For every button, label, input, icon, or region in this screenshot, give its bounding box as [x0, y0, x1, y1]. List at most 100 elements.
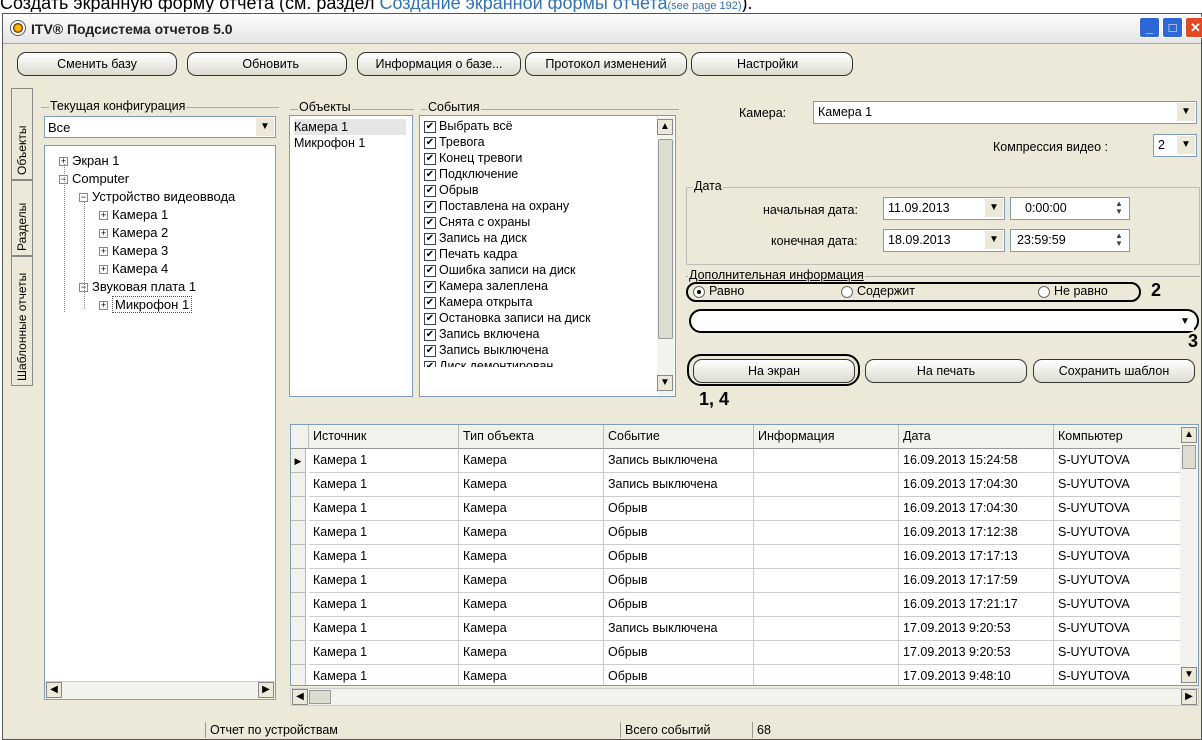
table-cell[interactable]: Камера	[459, 617, 604, 641]
table-cell[interactable]	[754, 521, 899, 545]
table-cell[interactable]: Камера 1	[309, 665, 459, 685]
table-cell[interactable]: 16.09.2013 17:04:30	[899, 497, 1054, 521]
list-item[interactable]: ✔ Тревога	[424, 134, 485, 150]
table-cell[interactable]: Запись выключена	[604, 617, 754, 641]
tree-node[interactable]: − Computer	[59, 170, 129, 188]
column-header[interactable]: Тип объекта	[459, 425, 604, 449]
events-scrollbar[interactable]: ▲ ▼	[657, 117, 674, 395]
table-cell[interactable]: Запись выключена	[604, 449, 754, 473]
row-header[interactable]: ▶	[291, 449, 306, 473]
list-item[interactable]: Камера 1	[294, 119, 406, 135]
table-cell[interactable]: S-UYUTOVA	[1054, 593, 1182, 617]
table-cell[interactable]: Камера 1	[309, 617, 459, 641]
table-cell[interactable]: S-UYUTOVA	[1054, 545, 1182, 569]
list-item[interactable]: ✔ Ошибка записи на диск	[424, 262, 576, 278]
table-cell[interactable]: Обрыв	[604, 593, 754, 617]
table-cell[interactable]: Камера 1	[309, 497, 459, 521]
scroll-up-icon[interactable]: ▲	[1181, 427, 1197, 443]
tab-templates[interactable]: Шаблонные отчеты	[11, 256, 33, 386]
list-item[interactable]: ✔ Конец тревоги	[424, 150, 522, 166]
column-header[interactable]: Источник	[309, 425, 459, 449]
extra-info-input[interactable]: ▼	[689, 309, 1199, 333]
scroll-right-icon[interactable]: ▶	[1181, 689, 1197, 705]
table-cell[interactable]: S-UYUTOVA	[1054, 473, 1182, 497]
list-item[interactable]: ✔ Запись выключена	[424, 342, 548, 358]
table-cell[interactable]: Обрыв	[604, 545, 754, 569]
chevron-down-icon[interactable]: ▼	[256, 118, 274, 136]
table-cell[interactable]: 16.09.2013 17:04:30	[899, 473, 1054, 497]
scroll-down-icon[interactable]: ▼	[657, 375, 673, 391]
change-db-button[interactable]: Сменить базу	[17, 52, 177, 76]
table-cell[interactable]: S-UYUTOVA	[1054, 665, 1182, 685]
table-cell[interactable]: Камера	[459, 497, 604, 521]
spin-icon[interactable]: ▲ ▼	[1111, 200, 1127, 217]
chevron-down-icon[interactable]: ▼	[985, 199, 1003, 217]
table-cell[interactable]	[754, 473, 899, 497]
table-cell[interactable]	[754, 593, 899, 617]
list-item[interactable]: ✔ Выбрать всё	[424, 118, 513, 134]
table-cell[interactable]: Камера	[459, 569, 604, 593]
table-cell[interactable]: S-UYUTOVA	[1054, 449, 1182, 473]
compression-select[interactable]: 2 ▼	[1153, 134, 1197, 157]
db-info-button[interactable]: Информация о базе...	[357, 52, 521, 76]
tab-objects[interactable]: Объекты	[11, 88, 33, 180]
scroll-up-icon[interactable]: ▲	[657, 119, 673, 135]
list-item[interactable]: ✔ Диск демонтирован	[424, 358, 553, 367]
list-item[interactable]: ✔ Остановка записи на диск	[424, 310, 591, 326]
list-item[interactable]: ✔ Печать кадра	[424, 246, 517, 262]
table-cell[interactable]: Камера	[459, 473, 604, 497]
save-template-button[interactable]: Сохранить шаблон	[1033, 359, 1195, 383]
row-header[interactable]	[291, 665, 306, 685]
table-cell[interactable]	[754, 545, 899, 569]
scroll-right-icon[interactable]: ▶	[258, 682, 274, 698]
table-cell[interactable]: Камера 1	[309, 449, 459, 473]
config-select[interactable]: Все ▼	[44, 116, 276, 138]
table-cell[interactable]: Камера 1	[309, 641, 459, 665]
scroll-thumb[interactable]	[1182, 445, 1196, 469]
table-cell[interactable]: Запись выключена	[604, 473, 754, 497]
table-cell[interactable]: Обрыв	[604, 497, 754, 521]
column-header[interactable]: Компьютер	[1054, 425, 1182, 449]
row-header[interactable]	[291, 473, 306, 497]
row-header[interactable]	[291, 521, 306, 545]
column-header[interactable]: Дата	[899, 425, 1054, 449]
table-cell[interactable]: Обрыв	[604, 641, 754, 665]
scroll-thumb[interactable]	[658, 139, 673, 339]
table-vscrollbar[interactable]: ▲ ▼	[1180, 425, 1198, 685]
table-cell[interactable]: 17.09.2013 9:20:53	[899, 641, 1054, 665]
table-hscrollbar[interactable]: ◀ ▶	[290, 688, 1199, 706]
tree-node[interactable]: + Камера 2	[99, 224, 168, 242]
table-cell[interactable]	[754, 617, 899, 641]
list-item[interactable]: ✔ Обрыв	[424, 182, 478, 198]
table-cell[interactable]: Обрыв	[604, 665, 754, 685]
table-cell[interactable]: Обрыв	[604, 569, 754, 593]
table-cell[interactable]: S-UYUTOVA	[1054, 521, 1182, 545]
chevron-down-icon[interactable]: ▼	[1176, 313, 1194, 331]
table-cell[interactable]: Камера	[459, 449, 604, 473]
table-cell[interactable]: S-UYUTOVA	[1054, 641, 1182, 665]
chevron-down-icon[interactable]: ▼	[1177, 136, 1195, 154]
table-cell[interactable]	[754, 497, 899, 521]
refresh-button[interactable]: Обновить	[187, 52, 347, 76]
column-header[interactable]: Информация	[754, 425, 899, 449]
table-cell[interactable]: S-UYUTOVA	[1054, 497, 1182, 521]
tab-sections[interactable]: Разделы	[11, 180, 33, 256]
scroll-left-icon[interactable]: ◀	[46, 682, 62, 698]
table-cell[interactable]: S-UYUTOVA	[1054, 617, 1182, 641]
list-item[interactable]: ✔ Подключение	[424, 166, 518, 182]
tree-node-selected[interactable]: + Микрофон 1	[99, 296, 193, 314]
table-cell[interactable]: Камера	[459, 545, 604, 569]
table-cell[interactable]: Камера 1	[309, 521, 459, 545]
tree-node[interactable]: + Экран 1	[59, 152, 120, 170]
doc-link[interactable]: Создание экранной формы отчета(see page …	[379, 0, 741, 12]
row-header[interactable]	[291, 641, 306, 665]
chevron-down-icon[interactable]: ▼	[985, 231, 1003, 249]
list-item[interactable]: ✔ Камера залеплена	[424, 278, 548, 294]
table-cell[interactable]	[754, 641, 899, 665]
table-cell[interactable]: 16.09.2013 17:17:59	[899, 569, 1054, 593]
scroll-thumb[interactable]	[309, 690, 331, 704]
table-cell[interactable]: 17.09.2013 9:20:53	[899, 617, 1054, 641]
list-item[interactable]: ✔ Запись включена	[424, 326, 539, 342]
row-header[interactable]	[291, 617, 306, 641]
table-cell[interactable]: Камера	[459, 665, 604, 685]
